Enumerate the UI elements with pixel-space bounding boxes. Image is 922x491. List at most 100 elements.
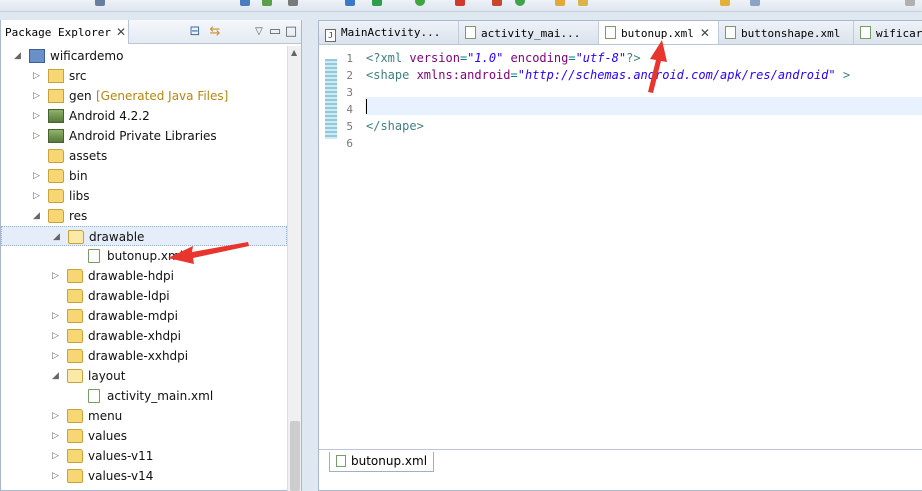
link-with-editor-icon[interactable]: ⇆ (207, 24, 223, 40)
toolbar-icon[interactable] (578, 0, 588, 6)
xml-file-icon (605, 26, 616, 39)
tree-item[interactable]: ◢ res (1, 206, 287, 226)
editor-tab[interactable]: butonup.xml ✕ (599, 21, 719, 44)
line-number-gutter: 1 2 3 4 5 6 (339, 47, 365, 447)
collapsed-arrow-icon[interactable]: ▷ (52, 411, 60, 421)
close-icon[interactable]: ✕ (700, 26, 710, 40)
tree-item[interactable]: ◢ layout (1, 366, 287, 386)
collapsed-arrow-icon[interactable]: ▷ (52, 331, 60, 341)
maximize-icon[interactable]: □ (283, 24, 299, 40)
collapsed-arrow-icon[interactable]: ▷ (52, 431, 60, 441)
tree-item[interactable]: activity_main.xml (1, 386, 287, 406)
collapsed-arrow-icon[interactable]: ▷ (52, 451, 60, 461)
expanded-arrow-icon[interactable]: ◢ (53, 232, 61, 242)
collapsed-arrow-icon[interactable]: ▷ (52, 311, 60, 321)
code-line[interactable]: <?xml version="1.0" encoding="utf-8"?> (366, 51, 641, 65)
tree-item[interactable]: ▷ drawable-xhdpi (1, 326, 287, 346)
project-icon (29, 49, 45, 63)
expanded-arrow-icon[interactable]: ◢ (52, 371, 60, 381)
tree-item[interactable]: ▷ src (1, 66, 287, 86)
editor-tab[interactable]: J MainActivity... (319, 21, 459, 44)
code-line[interactable]: </shape> (366, 119, 424, 133)
toolbar-icon[interactable] (262, 0, 272, 6)
toolbar-icon[interactable] (492, 0, 502, 6)
toolbar-icon[interactable] (95, 0, 105, 6)
xml-file-icon (725, 26, 736, 39)
tree-item-label: Android 4.2.2 (69, 109, 150, 123)
tree-item[interactable]: ▷ libs (1, 186, 287, 206)
collapsed-arrow-icon[interactable]: ▷ (52, 471, 60, 481)
toolbar-icon[interactable] (372, 0, 382, 6)
code-area[interactable]: 123456 <?xml version="1.0" encoding="utf… (319, 47, 922, 468)
xml-editor: J MainActivity... activity_mai... butonup.x… (318, 20, 922, 491)
tree-item[interactable]: ◢ drawable (1, 226, 287, 246)
scrollbar-thumb[interactable] (290, 421, 300, 491)
code-line[interactable]: <shape xmlns:android="http://schemas.and… (366, 68, 850, 82)
tree-item[interactable]: ▷ bin (1, 166, 287, 186)
tree-item[interactable]: ▷ Android Private Libraries (1, 126, 287, 146)
collapsed-arrow-icon[interactable]: ▷ (33, 91, 41, 101)
close-icon[interactable]: ✕ (116, 25, 126, 39)
collapsed-arrow-icon[interactable]: ▷ (33, 71, 41, 81)
tree-item[interactable]: ▷ values-v11 (1, 446, 287, 466)
tree-item-label: drawable-hdpi (88, 269, 174, 283)
collapsed-arrow-icon[interactable]: ▷ (52, 351, 60, 361)
scroll-up-icon[interactable]: ▲ (291, 48, 297, 57)
view-menu-icon[interactable]: ▽ (251, 24, 267, 40)
tree-item-label: src (69, 69, 87, 83)
tree-item[interactable]: ◢ wificardemo (1, 46, 287, 66)
tree-item[interactable]: ▷ drawable-mdpi (1, 306, 287, 326)
toolbar-icon[interactable] (345, 0, 355, 6)
package-explorer-tab[interactable]: Package Explorer ✕ (1, 20, 129, 44)
toolbar-icon[interactable] (515, 0, 525, 6)
tree-item-label: layout (88, 369, 126, 383)
tree-item[interactable]: butonup.xml (1, 246, 287, 266)
toolbar-icon[interactable] (720, 0, 730, 6)
collapsed-arrow-icon[interactable]: ▷ (33, 131, 41, 141)
tree-item[interactable]: drawable-ldpi (1, 286, 287, 306)
tree-item[interactable]: ▷ drawable-xxhdpi (1, 346, 287, 366)
editor-bottom-tabs: butonup.xml (319, 449, 922, 473)
pane-divider[interactable] (302, 20, 318, 491)
tree-item-label: values-v14 (88, 469, 154, 483)
toolbar-icon[interactable] (905, 0, 915, 6)
toolbar-icon[interactable] (240, 0, 250, 6)
minimize-icon[interactable]: ▭ (267, 24, 283, 40)
toolbar-icon[interactable] (555, 0, 565, 6)
editor-tab[interactable]: activity_mai... (459, 21, 599, 44)
toolbar-icon[interactable] (750, 0, 760, 6)
folder-icon (67, 409, 83, 423)
tree-item[interactable]: assets (1, 146, 287, 166)
editor-tab-label: MainActivity... (341, 26, 441, 39)
collapsed-arrow-icon[interactable]: ▷ (52, 271, 60, 281)
toolbar-icon[interactable] (455, 0, 465, 6)
run-icon[interactable] (415, 0, 425, 6)
collapse-all-icon[interactable]: ⊟ (187, 24, 203, 40)
tree-item[interactable]: ▷ Android 4.2.2 (1, 106, 287, 126)
collapsed-arrow-icon[interactable]: ▷ (33, 171, 41, 181)
expanded-arrow-icon[interactable]: ◢ (14, 51, 22, 61)
code-token: = (568, 51, 576, 65)
source-tab[interactable]: butonup.xml (329, 452, 435, 472)
tree-item[interactable]: ▷ menu (1, 406, 287, 426)
editor-tab[interactable]: wificard (854, 21, 922, 44)
expanded-arrow-icon[interactable]: ◢ (33, 211, 41, 221)
line-number: 2 (346, 69, 353, 82)
collapsed-arrow-icon[interactable]: ▷ (33, 191, 41, 201)
tree-item[interactable]: ▷ values (1, 426, 287, 446)
xml-file-icon (336, 455, 346, 467)
source-folder-icon (48, 69, 64, 83)
current-line-highlight (365, 97, 922, 115)
open-folder-icon (67, 369, 83, 383)
tree-vertical-scrollbar[interactable]: ▲ (287, 46, 301, 491)
tree-item[interactable]: ▷ values-v14 (1, 466, 287, 486)
tree-item[interactable]: ▷ gen [Generated Java Files] (1, 86, 287, 106)
line-number: 3 (346, 86, 353, 99)
tree-item[interactable]: ▷ drawable-hdpi (1, 266, 287, 286)
editor-tab[interactable]: buttonshape.xml (719, 21, 854, 44)
collapsed-arrow-icon[interactable]: ▷ (33, 111, 41, 121)
xml-file-icon (860, 26, 871, 39)
toolbar-icon[interactable] (288, 0, 298, 6)
tree-item-label: assets (69, 149, 108, 163)
